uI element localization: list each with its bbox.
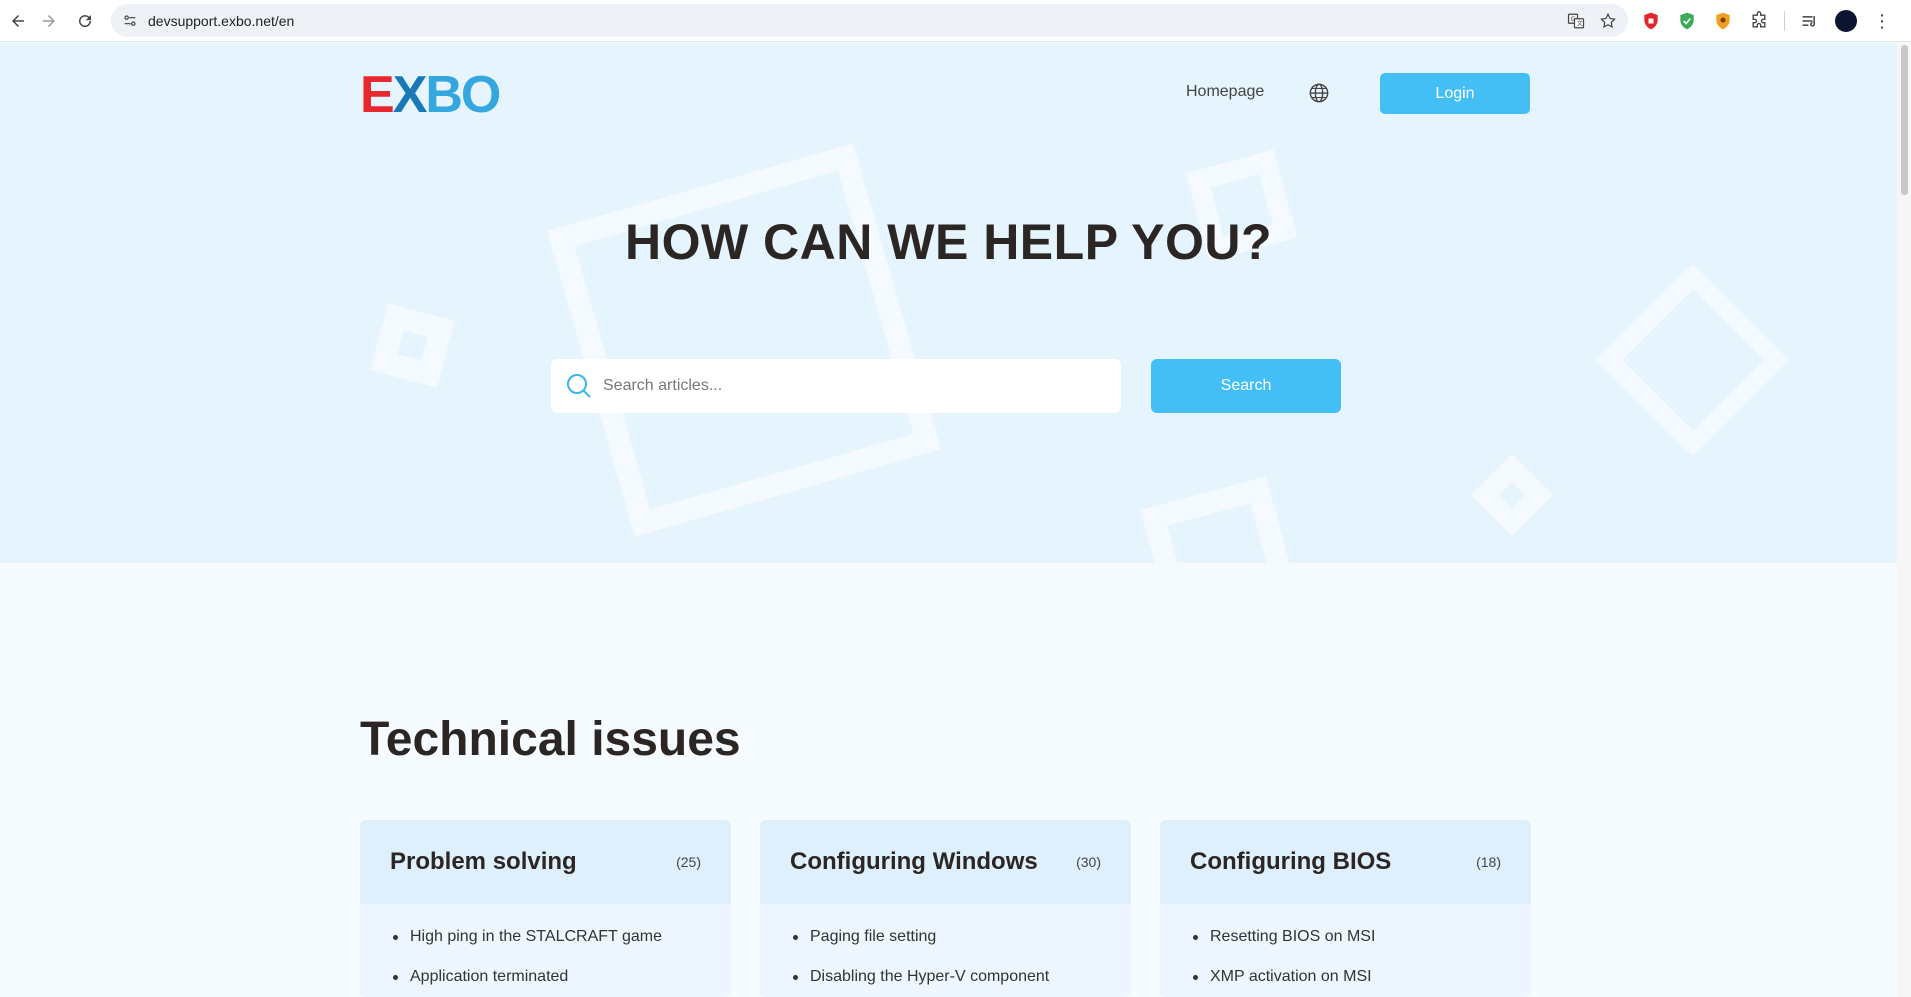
search-icon bbox=[565, 372, 593, 400]
hero-title: HOW CAN WE HELP YOU? bbox=[624, 214, 1273, 270]
extension-shield-orange-icon[interactable] bbox=[1712, 10, 1734, 32]
decorative-square bbox=[1470, 453, 1554, 537]
search-input[interactable] bbox=[603, 377, 1103, 395]
article-link[interactable]: Disabling the Hyper-V component bbox=[790, 968, 1131, 986]
bookmark-star-icon[interactable] bbox=[1598, 11, 1618, 31]
arrow-right-icon bbox=[43, 15, 55, 27]
forward-button[interactable] bbox=[31, 3, 67, 39]
arrow-left-icon bbox=[12, 15, 24, 27]
card-header[interactable]: Problem solving (25) bbox=[360, 820, 731, 904]
category-card[interactable]: Configuring Windows (30) Paging file set… bbox=[760, 820, 1131, 997]
article-link[interactable]: Paging file setting bbox=[790, 928, 1131, 946]
extension-shield-red-icon[interactable] bbox=[1640, 10, 1662, 32]
toolbar-divider bbox=[1784, 11, 1785, 31]
article-link[interactable]: Resetting BIOS on MSI bbox=[1190, 928, 1531, 946]
login-button[interactable]: Login bbox=[1380, 73, 1530, 114]
address-bar[interactable]: devsupport.exbo.net/en G文 bbox=[111, 4, 1628, 37]
media-control-icon[interactable] bbox=[1799, 10, 1821, 32]
card-header[interactable]: Configuring Windows (30) bbox=[760, 820, 1131, 904]
language-globe-icon[interactable] bbox=[1308, 82, 1330, 104]
search-button[interactable]: Search bbox=[1151, 359, 1341, 413]
category-card[interactable]: Configuring BIOS (18) Resetting BIOS on … bbox=[1160, 820, 1531, 997]
card-count: (18) bbox=[1476, 854, 1501, 870]
search-box[interactable] bbox=[551, 359, 1121, 413]
reload-button[interactable] bbox=[67, 3, 103, 39]
logo-letter-x: X bbox=[392, 66, 428, 124]
article-list: Paging file setting Disabling the Hyper-… bbox=[760, 904, 1131, 986]
profile-avatar[interactable] bbox=[1835, 10, 1857, 32]
article-link[interactable]: High ping in the STALCRAFT game bbox=[390, 928, 731, 946]
article-link[interactable]: Application terminated bbox=[390, 968, 731, 986]
browser-toolbar: devsupport.exbo.net/en G文 ⋮ bbox=[0, 0, 1911, 42]
url-text: devsupport.exbo.net/en bbox=[148, 12, 295, 29]
decorative-square bbox=[547, 143, 941, 537]
decorative-square bbox=[370, 303, 455, 388]
extension-shield-green-icon[interactable] bbox=[1676, 10, 1698, 32]
svg-text:文: 文 bbox=[1577, 19, 1583, 27]
category-card[interactable]: Problem solving (25) High ping in the ST… bbox=[360, 820, 731, 997]
article-list: Resetting BIOS on MSI XMP activation on … bbox=[1160, 904, 1531, 986]
card-count: (30) bbox=[1076, 854, 1101, 870]
browser-menu-icon[interactable]: ⋮ bbox=[1871, 10, 1893, 32]
hero-section: HOW CAN WE HELP YOU? Search bbox=[0, 43, 1897, 563]
reload-icon bbox=[79, 15, 92, 28]
scrollbar-thumb[interactable] bbox=[1901, 45, 1908, 195]
logo-letters-bo: BO bbox=[425, 66, 501, 124]
article-link[interactable]: XMP activation on MSI bbox=[1190, 968, 1531, 986]
section-title: Technical issues bbox=[360, 713, 741, 766]
page-scrollbar[interactable] bbox=[1897, 43, 1911, 997]
card-header[interactable]: Configuring BIOS (18) bbox=[1160, 820, 1531, 904]
nav-homepage-link[interactable]: Homepage bbox=[1186, 83, 1264, 101]
card-title[interactable]: Configuring BIOS bbox=[1190, 848, 1391, 876]
site-settings-icon[interactable] bbox=[120, 11, 140, 31]
extensions-puzzle-icon[interactable] bbox=[1748, 10, 1770, 32]
card-title[interactable]: Configuring Windows bbox=[790, 848, 1038, 876]
logo-letter-e: E bbox=[360, 66, 395, 124]
card-count: (25) bbox=[676, 854, 701, 870]
card-title[interactable]: Problem solving bbox=[390, 848, 577, 876]
decorative-square bbox=[1596, 263, 1790, 457]
decorative-square bbox=[1140, 476, 1300, 563]
article-list: High ping in the STALCRAFT game Applicat… bbox=[360, 904, 731, 986]
translate-icon[interactable]: G文 bbox=[1566, 11, 1586, 31]
exbo-logo[interactable]: E X BO bbox=[360, 66, 502, 124]
